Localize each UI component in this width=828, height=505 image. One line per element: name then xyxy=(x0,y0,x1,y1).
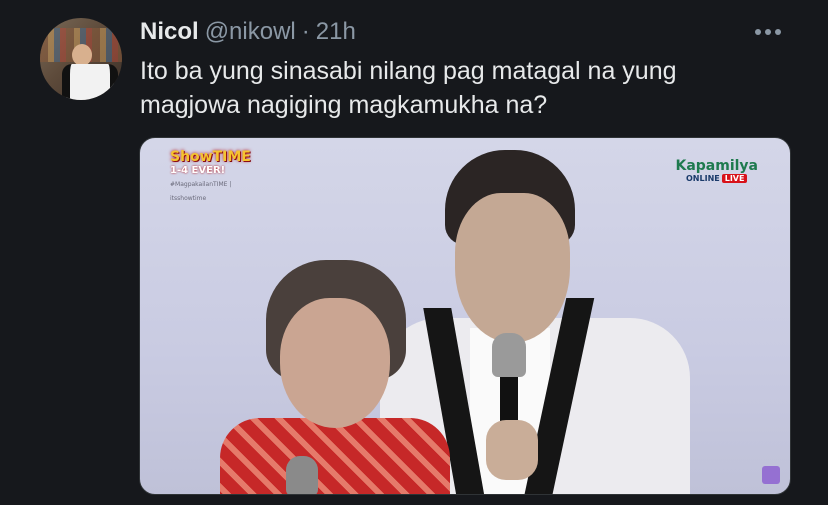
user-handle[interactable]: @nikowl xyxy=(205,18,296,46)
corner-badge-icon xyxy=(762,466,780,484)
avatar[interactable] xyxy=(40,18,122,100)
tweet-header: Nicol @nikowl · 21h xyxy=(140,16,356,48)
live-badge: LIVE xyxy=(721,174,748,183)
online-label: ONLINE xyxy=(686,174,720,183)
microphone-right-head xyxy=(492,333,526,377)
broadcaster-status: ONLINE LIVE xyxy=(675,174,758,183)
person-left-face xyxy=(280,298,390,428)
more-dot xyxy=(765,29,771,35)
more-dot xyxy=(775,29,781,35)
avatar-person-head xyxy=(72,44,92,66)
tweet-text: Ito ba yung sinasabi nilang pag matagal … xyxy=(140,57,677,119)
show-logo: ShowTIME 1-4 EVER! #MagpakailanTIME | it… xyxy=(170,149,260,202)
display-name[interactable]: Nicol xyxy=(140,18,199,46)
tweet-media-image[interactable]: ShowTIME 1-4 EVER! #MagpakailanTIME | it… xyxy=(139,137,791,495)
person-left-shirt xyxy=(220,418,450,494)
show-logo-tag: #MagpakailanTIME | itsshowtime xyxy=(170,181,232,202)
broadcaster-logo: Kapamilya ONLINE LIVE xyxy=(675,158,758,183)
avatar-person-body xyxy=(62,64,118,100)
show-logo-title: ShowTIME xyxy=(170,149,251,165)
person-right-face xyxy=(455,193,570,343)
more-dot xyxy=(755,29,761,35)
broadcaster-brand: Kapamilya xyxy=(675,158,758,174)
microphone-left xyxy=(286,456,318,494)
person-right-hand xyxy=(486,420,538,480)
more-options-icon[interactable] xyxy=(748,18,788,46)
separator-dot: · xyxy=(301,18,310,45)
timestamp[interactable]: 21h xyxy=(316,18,356,46)
show-logo-subtitle: 1-4 EVER! xyxy=(170,165,226,176)
